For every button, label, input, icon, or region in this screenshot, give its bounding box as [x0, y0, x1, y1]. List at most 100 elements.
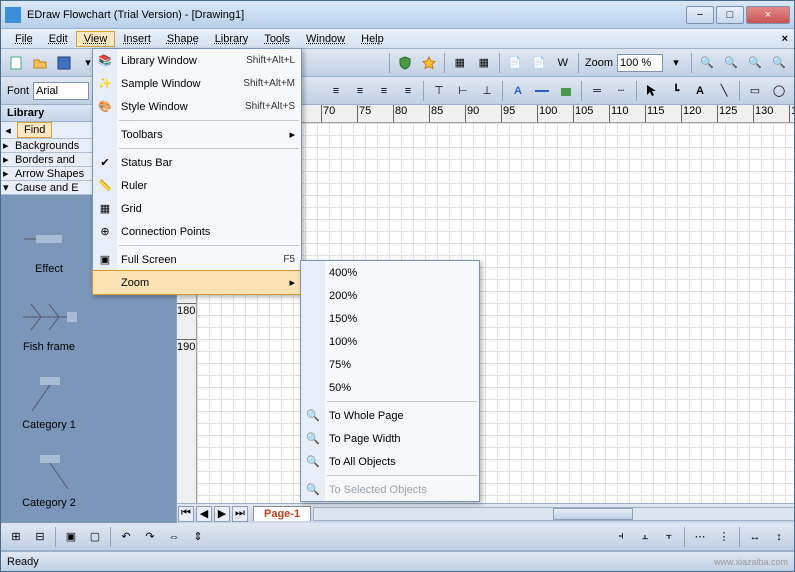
fill-color-button[interactable] — [555, 80, 577, 102]
mdi-close-button[interactable]: × — [782, 33, 788, 45]
page-prev-button[interactable]: ◀ — [196, 506, 212, 522]
page-next-button[interactable]: ▶ — [214, 506, 230, 522]
expand-icon[interactable]: ◂ — [1, 124, 15, 137]
minimize-button[interactable]: − — [686, 6, 714, 24]
shape-effect[interactable]: Effect — [1, 199, 97, 277]
dist-h-button[interactable]: ⋯ — [689, 526, 711, 548]
align-just-button[interactable]: ≡ — [397, 80, 419, 102]
open-button[interactable] — [29, 52, 51, 74]
zoom-item-to-page-width[interactable]: 🔍To Page Width — [301, 427, 479, 450]
align-right-button[interactable]: ≡ — [373, 80, 395, 102]
grid-btn-1[interactable]: ▦ — [449, 52, 471, 74]
star-icon[interactable] — [418, 52, 440, 74]
page-first-button[interactable]: ⏮ — [178, 506, 194, 522]
zoom-dd[interactable]: ▾ — [665, 52, 687, 74]
menu-help[interactable]: Help — [353, 31, 392, 47]
new-button[interactable] — [5, 52, 27, 74]
shape-category-2[interactable]: Category 2 — [1, 433, 97, 511]
zoom-input[interactable] — [617, 54, 663, 72]
menu-item-label: Connection Points — [121, 226, 210, 238]
valign-bot-button[interactable]: ⊥ — [476, 80, 498, 102]
front-button[interactable]: ▣ — [60, 526, 82, 548]
zoom-item-to-whole-page[interactable]: 🔍To Whole Page — [301, 404, 479, 427]
line-tool[interactable]: ╲ — [713, 80, 735, 102]
align-c-button[interactable]: ⫠ — [634, 526, 656, 548]
font-color-button[interactable]: A — [507, 80, 529, 102]
save-button[interactable] — [53, 52, 75, 74]
view-item-full-screen[interactable]: ▣Full ScreenF5 — [93, 248, 301, 271]
view-item-connection-points[interactable]: ⊕Connection Points — [93, 220, 301, 243]
view-item-style-window[interactable]: 🎨Style WindowShift+Alt+S — [93, 95, 301, 118]
zoom-in-icon[interactable]: 🔍 — [696, 52, 718, 74]
menu-insert[interactable]: Insert — [115, 31, 159, 47]
rotate-l-button[interactable]: ↶ — [115, 526, 137, 548]
shape-category-1[interactable]: Category 1 — [1, 355, 97, 433]
zoom-item-200-[interactable]: 200% — [301, 284, 479, 307]
align-r-button[interactable]: ⫟ — [658, 526, 680, 548]
line-color-button[interactable] — [531, 80, 553, 102]
rotate-r-button[interactable]: ↷ — [139, 526, 161, 548]
shape-fish-frame[interactable]: Fish frame — [1, 277, 97, 355]
zoom-item-150-[interactable]: 150% — [301, 307, 479, 330]
doc-a-button[interactable]: 📄 — [504, 52, 526, 74]
align-left-button[interactable]: ≡ — [325, 80, 347, 102]
zoom-item-to-all-objects[interactable]: 🔍To All Objects — [301, 450, 479, 473]
shield-icon[interactable] — [394, 52, 416, 74]
ellipse-tool[interactable]: ◯ — [768, 80, 790, 102]
doc-w-button[interactable]: W — [552, 52, 574, 74]
view-item-sample-window[interactable]: ✨Sample WindowShift+Alt+M — [93, 72, 301, 95]
text-tool[interactable]: A — [689, 80, 711, 102]
page-last-button[interactable]: ⏭ — [232, 506, 248, 522]
zoom-sel-icon[interactable]: 🔍 — [768, 52, 790, 74]
line-style-button[interactable]: ┄ — [610, 80, 632, 102]
group-button[interactable]: ⊞ — [5, 526, 27, 548]
menu-item-label: Sample Window — [121, 78, 200, 90]
style-icon: 🎨 — [97, 99, 113, 115]
close-button[interactable]: × — [746, 6, 790, 24]
rect-tool[interactable]: ▭ — [744, 80, 766, 102]
view-item-ruler[interactable]: 📏Ruler — [93, 174, 301, 197]
zoom-out-icon[interactable]: 🔍 — [720, 52, 742, 74]
valign-top-button[interactable]: ⊤ — [428, 80, 450, 102]
zoom-item-400-[interactable]: 400% — [301, 261, 479, 284]
align-center-button[interactable]: ≡ — [349, 80, 371, 102]
view-item-library-window[interactable]: 📚Library WindowShift+Alt+L — [93, 49, 301, 72]
grid-btn-2[interactable]: ▦ — [473, 52, 495, 74]
pointer-tool[interactable] — [641, 80, 663, 102]
zoom-item-75-[interactable]: 75% — [301, 353, 479, 376]
sample-icon: ✨ — [97, 76, 113, 92]
flip-h-button[interactable]: ⇔ — [163, 526, 185, 548]
maximize-button[interactable]: □ — [716, 6, 744, 24]
zoom-item-50-[interactable]: 50% — [301, 376, 479, 399]
ungroup-button[interactable]: ⊟ — [29, 526, 51, 548]
menu-tools[interactable]: Tools — [256, 31, 298, 47]
menu-view[interactable]: View — [76, 31, 116, 47]
zoom-item-100-[interactable]: 100% — [301, 330, 479, 353]
view-item-zoom[interactable]: Zoom▸ — [92, 270, 302, 295]
zoom-fit-icon[interactable]: 🔍 — [744, 52, 766, 74]
menu-window[interactable]: Window — [298, 31, 353, 47]
font-input[interactable] — [33, 82, 89, 100]
page-tab-1[interactable]: Page-1 — [253, 506, 311, 521]
line-weight-button[interactable]: ═ — [586, 80, 608, 102]
dist-v-button[interactable]: ⋮ — [713, 526, 735, 548]
align-l-button[interactable]: ⫞ — [610, 526, 632, 548]
menu-library[interactable]: Library — [207, 31, 257, 47]
view-item-grid[interactable]: ▦Grid — [93, 197, 301, 220]
valign-mid-button[interactable]: ⊢ — [452, 80, 474, 102]
flip-v-button[interactable]: ⇕ — [187, 526, 209, 548]
shape-primary-cause-r[interactable]: Primary cause — [1, 511, 97, 523]
find-button[interactable]: Find — [17, 122, 52, 138]
same-w-button[interactable]: ↔ — [744, 526, 766, 548]
menu-edit[interactable]: Edit — [41, 31, 76, 47]
menu-bar: File Edit View Insert Shape Library Tool… — [1, 29, 794, 49]
connector-tool[interactable]: ┗ — [665, 80, 687, 102]
view-item-toolbars[interactable]: Toolbars▸ — [93, 123, 301, 146]
same-h-button[interactable]: ↕ — [768, 526, 790, 548]
view-item-status-bar[interactable]: ✔Status Bar — [93, 151, 301, 174]
doc-b-button[interactable]: 📄 — [528, 52, 550, 74]
menu-shape[interactable]: Shape — [159, 31, 207, 47]
menu-file[interactable]: File — [7, 31, 41, 47]
horizontal-scrollbar[interactable] — [313, 507, 794, 521]
back-button[interactable]: ▢ — [84, 526, 106, 548]
